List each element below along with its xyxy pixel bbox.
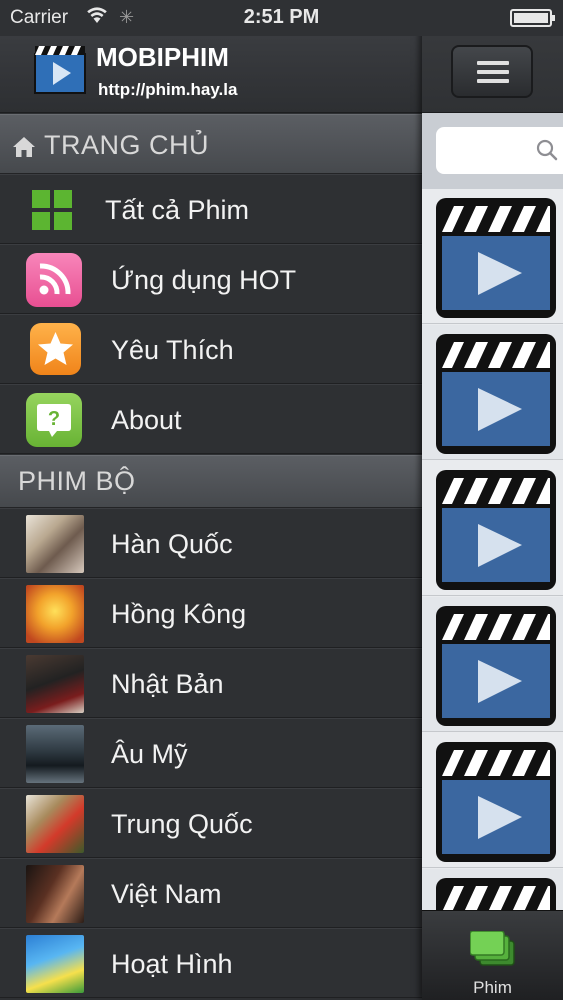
section-title-series: PHIM BỘ <box>18 466 136 496</box>
clapperboard-icon <box>434 604 558 728</box>
menu-item-japan[interactable]: Nhật Bản <box>0 648 422 718</box>
menu-item-label: Trung Quốc <box>111 809 253 839</box>
film-stack-icon <box>469 930 516 972</box>
vietnam-thumbnail <box>26 865 84 923</box>
western-thumbnail <box>26 725 84 783</box>
animation-thumbnail <box>26 935 84 993</box>
status-bar: Carrier ✳ 2:51 PM <box>0 0 563 36</box>
hamburger-icon <box>477 70 509 74</box>
menu-item-about[interactable]: ? About <box>0 384 422 454</box>
rss-icon <box>26 253 82 307</box>
hamburger-icon <box>477 61 509 65</box>
main-content: Phim <box>422 0 563 1000</box>
menu-item-hongkong[interactable]: Hồng Kông <box>0 578 422 648</box>
search-input[interactable] <box>436 127 563 174</box>
menu-item-western[interactable]: Âu Mỹ <box>0 718 422 788</box>
hongkong-thumbnail <box>26 585 84 643</box>
hamburger-icon <box>477 79 509 83</box>
movie-list-item[interactable] <box>422 597 563 732</box>
help-icon: ? <box>26 393 82 447</box>
menu-toggle-button[interactable] <box>451 45 533 98</box>
clapperboard-logo-icon <box>34 44 86 94</box>
menu-item-hot-apps[interactable]: Ứng dụng HOT <box>0 244 422 314</box>
svg-text:?: ? <box>48 408 60 430</box>
menu-item-label: About <box>111 405 182 435</box>
menu-item-vietnam[interactable]: Việt Nam <box>0 858 422 928</box>
menu-item-label: Hoạt Hình <box>111 949 233 979</box>
clapperboard-icon <box>434 468 558 592</box>
search-bar <box>422 113 563 189</box>
tab-bar: Phim <box>422 910 563 1000</box>
home-icon <box>12 134 36 165</box>
movie-list-item[interactable] <box>422 461 563 596</box>
china-thumbnail <box>26 795 84 853</box>
menu-header: MOBIPHIM http://phim.hay.la <box>0 36 422 113</box>
menu-item-label: Âu Mỹ <box>111 739 188 769</box>
tab-label: Phim <box>473 978 512 997</box>
menu-item-favorites[interactable]: Yêu Thích <box>0 314 422 384</box>
menu-item-label: Tất cả Phim <box>105 195 250 225</box>
side-menu: MOBIPHIM http://phim.hay.la TRANG CHỦ Tấ… <box>0 0 422 1000</box>
section-header-series: PHIM BỘ <box>0 455 422 508</box>
menu-item-label: Nhật Bản <box>111 669 224 699</box>
menu-item-label: Hồng Kông <box>111 599 247 629</box>
clapperboard-icon <box>434 740 558 864</box>
app-url: http://phim.hay.la <box>98 80 238 99</box>
menu-item-all-movies[interactable]: Tất cả Phim <box>0 174 422 244</box>
movie-list-item[interactable] <box>422 189 563 324</box>
movie-list-item[interactable] <box>422 733 563 868</box>
section-header-home: TRANG CHỦ <box>0 114 422 174</box>
menu-item-label: Ứng dụng HOT <box>111 265 297 295</box>
menu-item-animation[interactable]: Hoạt Hình <box>0 928 422 998</box>
menu-item-label: Việt Nam <box>111 879 222 909</box>
section-title-home: TRANG CHỦ <box>44 130 209 160</box>
korea-thumbnail <box>26 515 84 573</box>
tab-phim[interactable]: Phim <box>422 911 563 1000</box>
menu-item-china[interactable]: Trung Quốc <box>0 788 422 858</box>
clapperboard-icon <box>434 332 558 456</box>
clock: 2:51 PM <box>243 6 320 28</box>
menu-item-label: Hàn Quốc <box>111 529 233 559</box>
search-icon <box>536 139 558 166</box>
menu-item-korea[interactable]: Hàn Quốc <box>0 508 422 578</box>
movie-list-item[interactable] <box>422 325 563 460</box>
grid-icon <box>30 188 74 232</box>
battery-icon <box>510 9 555 27</box>
app-name: MOBIPHIM <box>96 42 229 72</box>
clapperboard-icon <box>434 196 558 320</box>
star-icon <box>30 323 81 375</box>
menu-item-label: Yêu Thích <box>111 335 234 365</box>
japan-thumbnail <box>26 655 84 713</box>
